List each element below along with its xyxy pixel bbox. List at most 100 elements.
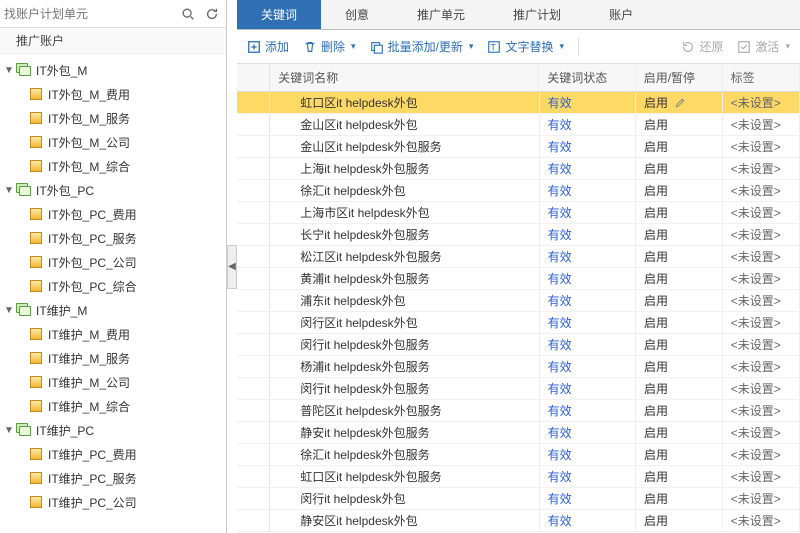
- table-row[interactable]: 金山区it helpdesk外包服务有效启用<未设置>: [237, 136, 800, 158]
- cell-toggle[interactable]: 启用: [636, 158, 723, 179]
- cell-toggle[interactable]: 启用: [636, 290, 723, 311]
- cell-toggle[interactable]: 启用: [636, 378, 723, 399]
- table-row[interactable]: 闵行it helpdesk外包服务有效启用<未设置>: [237, 378, 800, 400]
- table-row[interactable]: 静安区it helpdesk外包有效启用<未设置>: [237, 510, 800, 532]
- table-row[interactable]: 徐汇it helpdesk外包服务有效启用<未设置>: [237, 444, 800, 466]
- tree-child[interactable]: IT维护_PC_公司: [0, 490, 226, 514]
- row-checkbox[interactable]: [237, 114, 270, 135]
- cell-toggle[interactable]: 启用: [636, 224, 723, 245]
- restore-button[interactable]: 还原: [681, 38, 723, 55]
- delete-button[interactable]: 删除 ▾: [303, 38, 356, 55]
- row-checkbox[interactable]: [237, 334, 270, 355]
- search-input[interactable]: [4, 7, 174, 21]
- table-row[interactable]: 闵行it helpdesk外包服务有效启用<未设置>: [237, 334, 800, 356]
- cell-toggle[interactable]: 启用: [636, 246, 723, 267]
- table-row[interactable]: 金山区it helpdesk外包有效启用<未设置>: [237, 114, 800, 136]
- tree-parent[interactable]: ▼IT外包_PC: [0, 178, 226, 202]
- tree-parent[interactable]: ▼IT外包_M: [0, 58, 226, 82]
- col-name[interactable]: 关键词名称: [270, 64, 539, 91]
- col-status[interactable]: 关键词状态: [539, 64, 636, 91]
- tree-child[interactable]: IT维护_PC_服务: [0, 466, 226, 490]
- cell-toggle[interactable]: 启用: [636, 444, 723, 465]
- edit-icon[interactable]: [674, 97, 686, 109]
- row-checkbox[interactable]: [237, 444, 270, 465]
- table-row[interactable]: 徐汇it helpdesk外包有效启用<未设置>: [237, 180, 800, 202]
- cell-toggle[interactable]: 启用: [636, 334, 723, 355]
- row-checkbox[interactable]: [237, 92, 270, 113]
- table-row[interactable]: 上海市区it helpdesk外包有效启用<未设置>: [237, 202, 800, 224]
- cell-toggle[interactable]: 启用: [636, 180, 723, 201]
- row-checkbox[interactable]: [237, 510, 270, 531]
- tree-child[interactable]: IT外包_PC_公司: [0, 250, 226, 274]
- table-row[interactable]: 长宁it helpdesk外包服务有效启用<未设置>: [237, 224, 800, 246]
- table-row[interactable]: 杨浦it helpdesk外包服务有效启用<未设置>: [237, 356, 800, 378]
- cell-toggle[interactable]: 启用: [636, 466, 723, 487]
- row-checkbox[interactable]: [237, 356, 270, 377]
- row-checkbox[interactable]: [237, 158, 270, 179]
- tree-parent[interactable]: ▼IT维护_PC: [0, 418, 226, 442]
- row-checkbox[interactable]: [237, 378, 270, 399]
- row-checkbox[interactable]: [237, 422, 270, 443]
- col-toggle[interactable]: 启用/暂停: [636, 64, 723, 91]
- table-row[interactable]: 闵行区it helpdesk外包有效启用<未设置>: [237, 312, 800, 334]
- table-row[interactable]: 浦东it helpdesk外包有效启用<未设置>: [237, 290, 800, 312]
- tree-child[interactable]: IT外包_PC_综合: [0, 274, 226, 298]
- table-row[interactable]: 虹口区it helpdesk外包服务有效启用<未设置>: [237, 466, 800, 488]
- tab[interactable]: 推广计划: [489, 0, 585, 29]
- tree-parent[interactable]: ▼IT维护_M: [0, 298, 226, 322]
- tab[interactable]: 账户: [585, 0, 657, 29]
- cell-toggle[interactable]: 启用: [636, 356, 723, 377]
- cell-toggle[interactable]: 启用: [636, 400, 723, 421]
- tree-child[interactable]: IT维护_M_费用: [0, 322, 226, 346]
- row-checkbox[interactable]: [237, 202, 270, 223]
- batch-button[interactable]: 批量添加/更新 ▾: [370, 38, 474, 55]
- row-checkbox[interactable]: [237, 268, 270, 289]
- search-icon[interactable]: [178, 4, 198, 24]
- tab[interactable]: 推广单元: [393, 0, 489, 29]
- tree-child[interactable]: IT外包_M_公司: [0, 130, 226, 154]
- cell-toggle[interactable]: 启用: [636, 268, 723, 289]
- tree-child[interactable]: IT维护_M_综合: [0, 394, 226, 418]
- cell-toggle[interactable]: 启用: [636, 422, 723, 443]
- cell-toggle[interactable]: 启用: [636, 312, 723, 333]
- cell-toggle[interactable]: 启用: [636, 488, 723, 509]
- add-button[interactable]: 添加: [247, 38, 289, 55]
- row-checkbox[interactable]: [237, 466, 270, 487]
- row-checkbox[interactable]: [237, 224, 270, 245]
- tree-child[interactable]: IT外包_PC_服务: [0, 226, 226, 250]
- row-checkbox[interactable]: [237, 136, 270, 157]
- table-row[interactable]: 静安it helpdesk外包服务有效启用<未设置>: [237, 422, 800, 444]
- tab[interactable]: 创意: [321, 0, 393, 29]
- table-row[interactable]: 普陀区it helpdesk外包服务有效启用<未设置>: [237, 400, 800, 422]
- table-row[interactable]: 虹口区it helpdesk外包有效启用<未设置>: [237, 92, 800, 114]
- table-row[interactable]: 闵行it helpdesk外包有效启用<未设置>: [237, 488, 800, 510]
- tree-child[interactable]: IT维护_PC_费用: [0, 442, 226, 466]
- row-checkbox[interactable]: [237, 290, 270, 311]
- tree-child[interactable]: IT外包_PC_费用: [0, 202, 226, 226]
- table-row[interactable]: 黄浦it helpdesk外包服务有效启用<未设置>: [237, 268, 800, 290]
- tree-child[interactable]: IT维护_M_服务: [0, 346, 226, 370]
- row-checkbox[interactable]: [237, 400, 270, 421]
- tree-child[interactable]: IT维护_M_公司: [0, 370, 226, 394]
- replace-button[interactable]: T 文字替换 ▾: [487, 38, 564, 55]
- col-tag[interactable]: 标签: [723, 64, 800, 91]
- refresh-icon[interactable]: [202, 4, 222, 24]
- row-checkbox[interactable]: [237, 246, 270, 267]
- cell-toggle[interactable]: 启用: [636, 92, 723, 113]
- row-checkbox[interactable]: [237, 312, 270, 333]
- tree-child[interactable]: IT外包_M_费用: [0, 82, 226, 106]
- cell-toggle[interactable]: 启用: [636, 114, 723, 135]
- cell-toggle[interactable]: 启用: [636, 510, 723, 531]
- col-checkbox[interactable]: [237, 64, 270, 91]
- table-row[interactable]: 松江区it helpdesk外包服务有效启用<未设置>: [237, 246, 800, 268]
- table-row[interactable]: 上海it helpdesk外包服务有效启用<未设置>: [237, 158, 800, 180]
- tree-child[interactable]: IT外包_M_综合: [0, 154, 226, 178]
- row-checkbox[interactable]: [237, 488, 270, 509]
- cell-toggle[interactable]: 启用: [636, 136, 723, 157]
- activate-button[interactable]: 激活 ▾: [737, 38, 790, 55]
- tab[interactable]: 关键词: [237, 0, 321, 29]
- collapse-handle[interactable]: ◀: [227, 245, 237, 289]
- row-checkbox[interactable]: [237, 180, 270, 201]
- cell-toggle[interactable]: 启用: [636, 202, 723, 223]
- tree-child[interactable]: IT外包_M_服务: [0, 106, 226, 130]
